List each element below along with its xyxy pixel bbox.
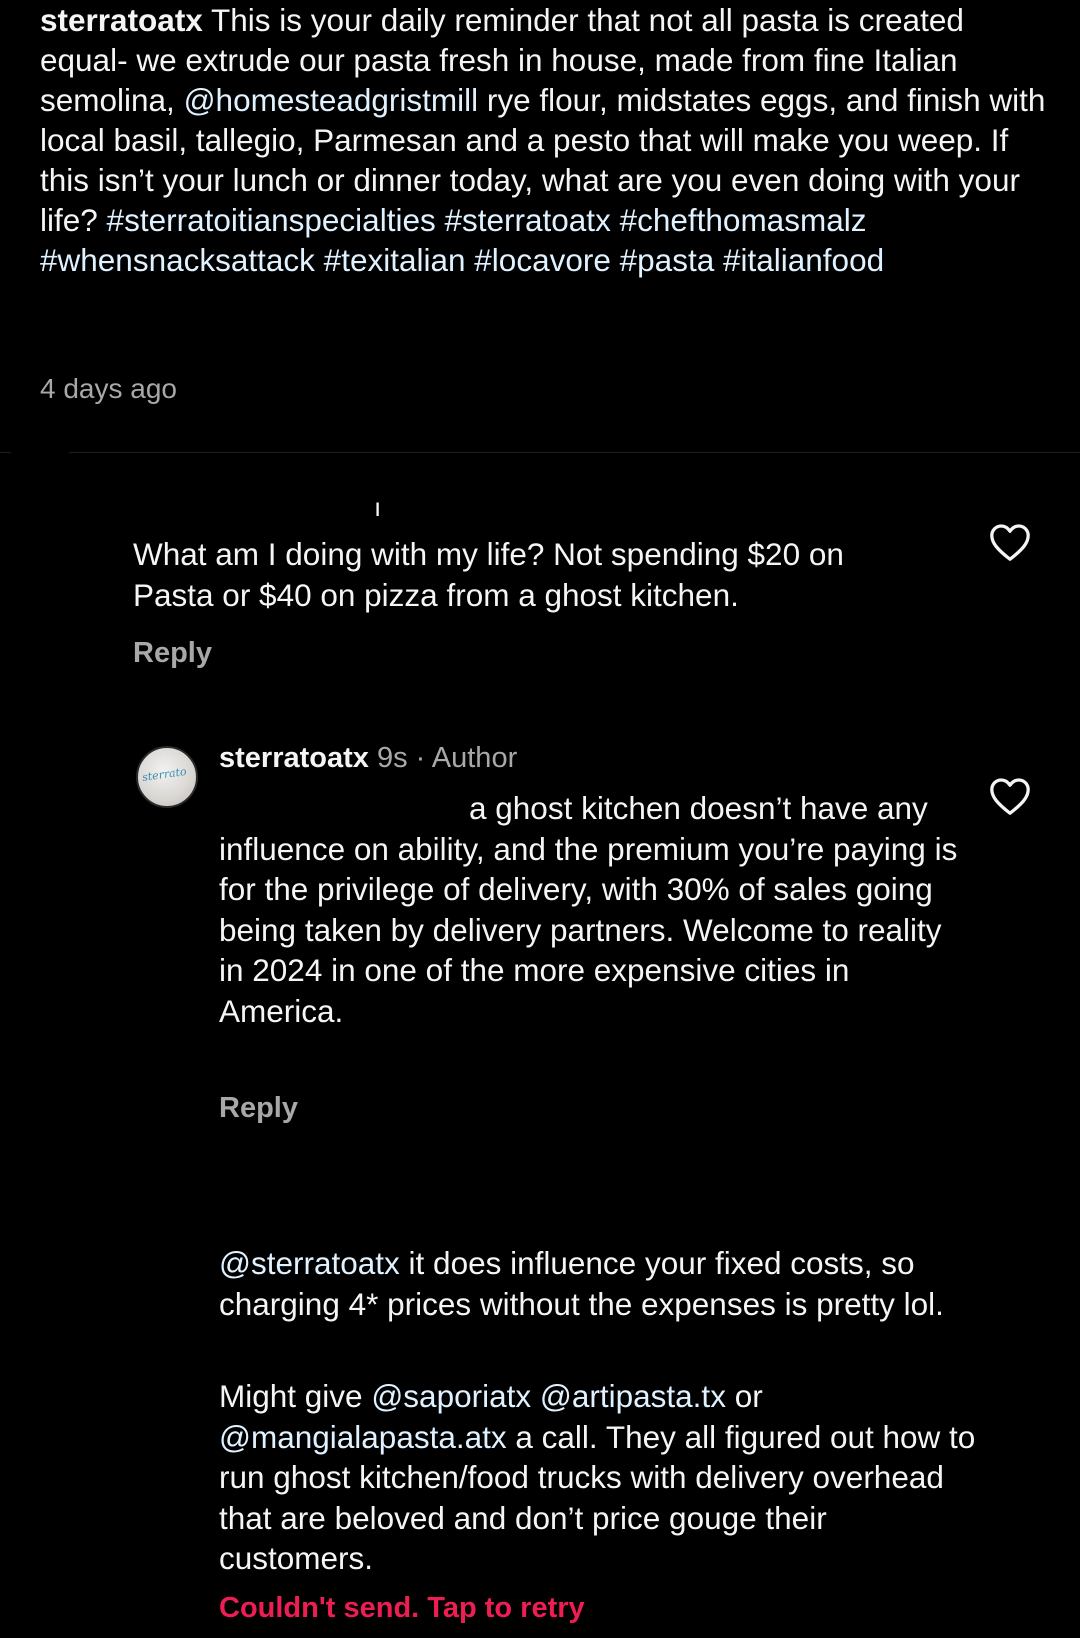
- avatar-logo-text: sterrato: [141, 764, 188, 785]
- hashtag[interactable]: #whensnacksattack: [40, 242, 315, 278]
- comment-3-text: @sterratoatx it does influence your fixe…: [219, 1243, 979, 1324]
- comment-2-text: a ghost kitchen doesn’t have any influen…: [219, 788, 959, 1031]
- caption-username[interactable]: sterratoatx: [40, 2, 203, 38]
- post-caption: sterratoatx This is your daily reminder …: [40, 0, 1060, 280]
- hashtag[interactable]: #locavore: [474, 242, 611, 278]
- redacted-username: [130, 1178, 482, 1250]
- comment-2-body: a ghost kitchen doesn’t have any influen…: [219, 790, 958, 1029]
- comment-1-text: What am I doing with my life? Not spendi…: [133, 536, 844, 613]
- comment-3-mention-2[interactable]: @saporiatx: [371, 1378, 531, 1414]
- hashtag[interactable]: #sterratoatx: [444, 202, 610, 238]
- caption-mention[interactable]: @homesteadgristmill: [184, 82, 479, 118]
- author-avatar[interactable]: sterrato: [136, 746, 198, 808]
- hashtag[interactable]: #italianfood: [723, 242, 884, 278]
- comment-1-reply-button[interactable]: Reply: [133, 637, 212, 670]
- comment-2-separator: ·: [407, 742, 432, 774]
- comment-3-prefix: Might give: [219, 1378, 372, 1414]
- comment-3-text-2: Might give @saporiatx @artipasta.tx or @…: [219, 1376, 979, 1579]
- comment-2-time: 9s: [376, 742, 408, 774]
- comment-2-like-icon[interactable]: [988, 776, 1032, 816]
- hashtag[interactable]: #texitalian: [324, 242, 466, 278]
- author-badge: Author: [431, 742, 518, 774]
- comment-3-mention[interactable]: @sterratoatx: [219, 1245, 400, 1281]
- comment-3-or: or: [725, 1378, 763, 1414]
- caption-timestamp: 4 days ago: [40, 373, 177, 404]
- comment-1-like-icon[interactable]: [988, 522, 1032, 562]
- divider: [0, 452, 1080, 453]
- comment-2-header: sterratoatx 9s · Author: [219, 742, 517, 775]
- redacted-username-fragment: ı: [374, 492, 382, 522]
- comment-2-username[interactable]: sterratoatx: [219, 742, 369, 774]
- hashtag[interactable]: #chefthomasmalz: [620, 202, 867, 238]
- comment-3-mention-4[interactable]: @mangialapasta.atx: [219, 1419, 507, 1455]
- comment-2-reply-button[interactable]: Reply: [219, 1092, 298, 1125]
- send-error-retry-button[interactable]: Couldn't send. Tap to retry: [219, 1592, 585, 1625]
- hashtag[interactable]: #sterratoitianspecialties: [107, 202, 436, 238]
- hashtag[interactable]: #pasta: [620, 242, 715, 278]
- comment-3-mention-3[interactable]: @artipasta.tx: [540, 1378, 726, 1414]
